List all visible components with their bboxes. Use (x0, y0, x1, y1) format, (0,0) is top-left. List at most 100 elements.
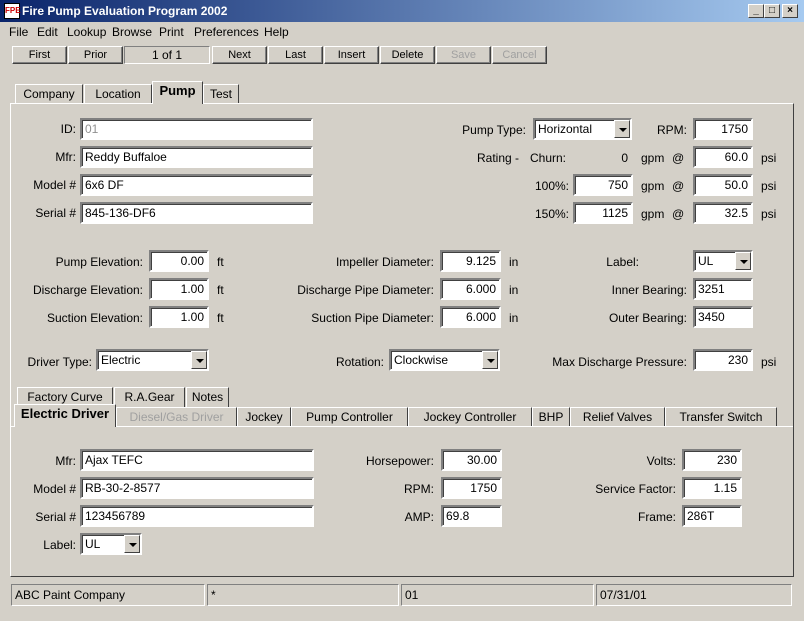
max-discharge-unit: psi (761, 355, 777, 369)
driver-label-value: UL (85, 537, 101, 551)
menu-edit[interactable]: Edit (37, 25, 58, 39)
chevron-down-icon[interactable] (735, 252, 751, 270)
suction-elevation-field[interactable]: 1.00 (149, 306, 209, 328)
tab-jockey[interactable]: Jockey (237, 407, 291, 427)
pump-type-select[interactable]: Horizontal (533, 118, 632, 140)
r100-psi-field[interactable]: 50.0 (693, 174, 753, 196)
label-select[interactable]: UL (693, 250, 753, 272)
volts-field[interactable]: 230 (682, 449, 742, 471)
tab-company[interactable]: Company (15, 84, 83, 104)
r100-gpm-unit: gpm (641, 179, 665, 193)
pump-elevation-unit: ft (217, 255, 224, 269)
driver-serial-field[interactable]: 123456789 (80, 505, 314, 527)
max-discharge-field[interactable]: 230 (693, 349, 753, 371)
discharge-elevation-field[interactable]: 1.00 (149, 278, 209, 300)
outer-bearing-field[interactable]: 3450 (693, 306, 753, 328)
suction-pipe-diameter-unit: in (509, 311, 519, 325)
inner-bearing-field[interactable]: 3251 (693, 278, 753, 300)
impeller-diameter-label: Impeller Diameter: (335, 255, 434, 269)
driver-rpm-field[interactable]: 1750 (441, 477, 502, 499)
model-field[interactable]: 6x6 DF (80, 174, 313, 196)
r150-gpm-field[interactable]: 1125 (573, 202, 633, 224)
rpm-label: RPM: (657, 123, 687, 137)
impeller-diameter-field[interactable]: 9.125 (440, 250, 501, 272)
menu-help[interactable]: Help (264, 25, 289, 39)
discharge-pipe-diameter-field[interactable]: 6.000 (440, 278, 501, 300)
driver-type-value: Electric (101, 353, 141, 367)
r150-gpm-unit: gpm (641, 207, 665, 221)
mfr-field[interactable]: Reddy Buffaloe (80, 146, 313, 168)
tab-relief-valves[interactable]: Relief Valves (570, 407, 665, 427)
driver-mfr-field[interactable]: Ajax TEFC (80, 449, 314, 471)
tab-ra-gear[interactable]: R.A.Gear (114, 387, 185, 407)
driver-model-field[interactable]: RB-30-2-8577 (80, 477, 314, 499)
cancel-button[interactable]: Cancel (492, 46, 547, 64)
chevron-down-icon[interactable] (191, 351, 207, 369)
churn-gpm-value: 0 (621, 151, 628, 165)
suction-elevation-unit: ft (217, 311, 224, 325)
tab-notes[interactable]: Notes (186, 387, 229, 407)
delete-button[interactable]: Delete (380, 46, 435, 64)
rotation-select[interactable]: Clockwise (389, 349, 500, 371)
frame-field[interactable]: 286T (682, 505, 742, 527)
rpm-field[interactable]: 1750 (693, 118, 753, 140)
serial-field[interactable]: 845-136-DF6 (80, 202, 313, 224)
driver-label-label: Label: (43, 538, 76, 552)
service-factor-field[interactable]: 1.15 (682, 477, 742, 499)
chevron-down-icon[interactable] (482, 351, 498, 369)
discharge-pipe-diameter-unit: in (509, 283, 519, 297)
amp-field[interactable]: 69.8 (441, 505, 502, 527)
label-label: Label: (606, 255, 639, 269)
horsepower-field[interactable]: 30.00 (441, 449, 502, 471)
insert-button[interactable]: Insert (324, 46, 379, 64)
tab-location[interactable]: Location (84, 84, 152, 104)
menu-bar: File Edit Lookup Browse Print Preference… (0, 22, 804, 42)
chevron-down-icon[interactable] (614, 120, 630, 138)
driver-model-label: Model # (33, 482, 76, 496)
tab-diesel-gas-driver[interactable]: Diesel/Gas Driver (116, 407, 237, 427)
churn-psi-field[interactable]: 60.0 (693, 146, 753, 168)
r150-at: @ (672, 207, 685, 221)
tab-bhp[interactable]: BHP (532, 407, 570, 427)
r150-psi-field[interactable]: 32.5 (693, 202, 753, 224)
close-button[interactable]: × (782, 4, 798, 18)
tab-pump-controller[interactable]: Pump Controller (291, 407, 408, 427)
discharge-elevation-unit: ft (217, 283, 224, 297)
last-button[interactable]: Last (268, 46, 323, 64)
menu-lookup[interactable]: Lookup (67, 25, 106, 39)
tab-pump[interactable]: Pump (152, 81, 203, 104)
suction-pipe-diameter-field[interactable]: 6.000 (440, 306, 501, 328)
next-button[interactable]: Next (212, 46, 267, 64)
title-bar: FPE Fire Pump Evaluation Program 2002 _ … (0, 0, 804, 22)
window-title: Fire Pump Evaluation Program 2002 (22, 4, 228, 18)
save-button[interactable]: Save (436, 46, 491, 64)
r100-psi-unit: psi (761, 179, 777, 193)
label-value: UL (698, 254, 714, 268)
tab-electric-driver[interactable]: Electric Driver (14, 404, 116, 427)
tab-transfer-switch[interactable]: Transfer Switch (665, 407, 777, 427)
horsepower-label: Horsepower: (365, 454, 434, 468)
driver-type-select[interactable]: Electric (96, 349, 209, 371)
driver-label-select[interactable]: UL (80, 533, 142, 555)
id-field[interactable]: 01 (80, 118, 313, 140)
driver-mfr-label: Mfr: (55, 454, 76, 468)
app-icon: FPE (4, 3, 21, 19)
driver-serial-label: Serial # (35, 510, 76, 524)
minimize-button[interactable]: _ (748, 4, 764, 18)
status-id: 01 (401, 584, 594, 606)
menu-print[interactable]: Print (159, 25, 184, 39)
tab-jockey-controller[interactable]: Jockey Controller (408, 407, 532, 427)
prior-button[interactable]: Prior (68, 46, 123, 64)
chevron-down-icon[interactable] (124, 535, 140, 553)
menu-preferences[interactable]: Preferences (194, 25, 259, 39)
tab-test[interactable]: Test (203, 84, 239, 104)
churn-at: @ (672, 151, 685, 165)
r100-gpm-field[interactable]: 750 (573, 174, 633, 196)
maximize-button[interactable]: □ (764, 4, 780, 18)
pump-elevation-field[interactable]: 0.00 (149, 250, 209, 272)
menu-file[interactable]: File (9, 25, 28, 39)
menu-browse[interactable]: Browse (112, 25, 152, 39)
first-button[interactable]: First (12, 46, 67, 64)
pump-type-value: Horizontal (538, 122, 593, 136)
driver-rpm-label: RPM: (404, 482, 434, 496)
